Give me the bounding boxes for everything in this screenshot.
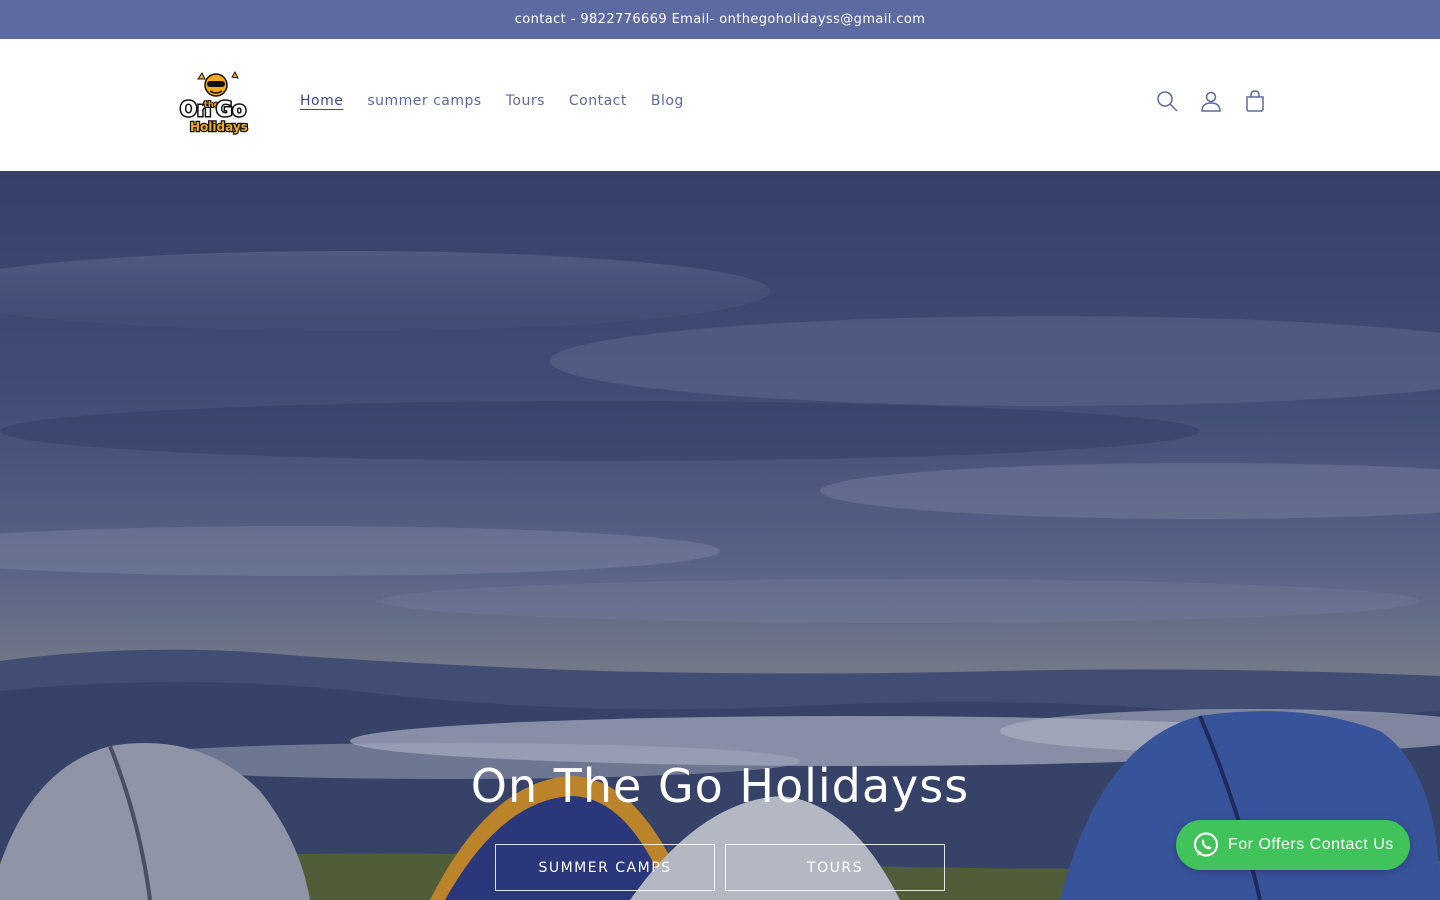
cart-icon[interactable] xyxy=(1244,90,1266,112)
nav-item-blog[interactable]: Blog xyxy=(651,93,684,109)
main-nav: Home summer camps Tours Contact Blog xyxy=(300,93,708,109)
announcement-text: contact - 9822776669 Email- onthegoholid… xyxy=(514,12,926,27)
nav-item-home[interactable]: Home xyxy=(300,93,343,109)
logo-text-holidays: Holidays xyxy=(190,120,248,134)
site-header: On the Go Holidays Home summer camps Tou… xyxy=(0,39,1440,171)
tours-button[interactable]: TOURS xyxy=(725,844,945,891)
nav-item-summer-camps[interactable]: summer camps xyxy=(367,93,481,109)
header-icons xyxy=(1156,90,1266,112)
hero-buttons: SUMMER CAMPS TOURS xyxy=(495,844,945,891)
hero-banner: On The Go Holidayss SUMMER CAMPS TOURS xyxy=(0,171,1440,900)
whatsapp-contact-button[interactable]: For Offers Contact Us xyxy=(1176,820,1410,870)
hero-title: On The Go Holidayss xyxy=(470,759,970,813)
whatsapp-icon xyxy=(1193,832,1219,857)
announcement-bar: contact - 9822776669 Email- onthegoholid… xyxy=(0,0,1440,39)
search-icon[interactable] xyxy=(1156,90,1178,112)
nav-item-tours[interactable]: Tours xyxy=(506,93,545,109)
logo-text-go: Go xyxy=(216,97,246,121)
site-logo[interactable]: On the Go Holidays xyxy=(176,69,252,141)
account-icon[interactable] xyxy=(1200,90,1222,112)
whatsapp-label: For Offers Contact Us xyxy=(1228,836,1394,853)
nav-item-contact[interactable]: Contact xyxy=(569,93,627,109)
summer-camps-button[interactable]: SUMMER CAMPS xyxy=(495,844,715,891)
